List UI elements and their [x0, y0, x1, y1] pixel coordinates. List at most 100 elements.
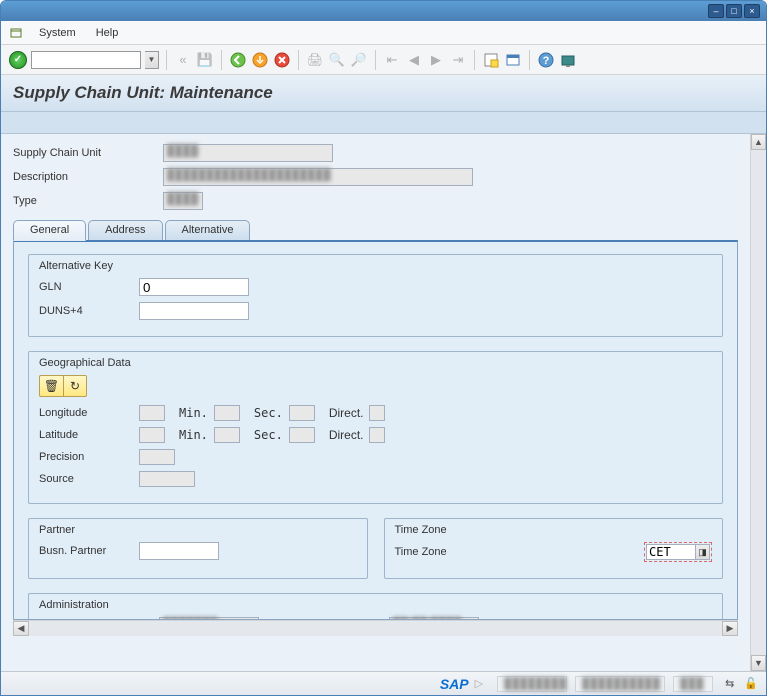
toolbar-sep: [221, 50, 222, 70]
timezone-f4-button[interactable]: ◨: [696, 544, 710, 560]
layout-menu-icon[interactable]: ⇆: [725, 677, 734, 690]
window-close-button[interactable]: ×: [744, 4, 760, 18]
longitude-min-field[interactable]: [214, 405, 240, 421]
type-label: Type: [13, 195, 163, 207]
duns-field[interactable]: [139, 302, 249, 320]
hscroll-track[interactable]: [29, 621, 722, 636]
longitude-deg-field[interactable]: [139, 405, 165, 421]
help-button[interactable]: ?: [537, 51, 555, 69]
supply-chain-unit-label: Supply Chain Unit: [13, 147, 163, 159]
menubar: System Help: [1, 21, 766, 45]
lock-icon[interactable]: 🔓: [744, 677, 758, 690]
source-label: Source: [39, 473, 139, 485]
scroll-up-button[interactable]: ▲: [751, 134, 766, 150]
command-field[interactable]: [31, 51, 141, 69]
longitude-direct-field[interactable]: [369, 405, 385, 421]
duns-label: DUNS+4: [39, 305, 139, 317]
vscroll-track[interactable]: [751, 150, 766, 655]
content-area: Supply Chain Unit ████ Description █████…: [1, 134, 766, 671]
sap-logo: SAP: [440, 676, 469, 692]
supply-chain-unit-field[interactable]: ████: [163, 144, 333, 162]
page-title-area: Supply Chain Unit: Maintenance: [1, 75, 766, 112]
gln-field[interactable]: [139, 278, 249, 296]
toolbar-sep: [529, 50, 530, 70]
next-page-icon: ▶: [427, 51, 445, 69]
app-menu-icon[interactable]: [9, 26, 23, 40]
status-field-1[interactable]: ████████: [497, 676, 567, 692]
tab-general[interactable]: General: [13, 220, 86, 241]
scroll-right-button[interactable]: ▶: [722, 621, 738, 636]
scroll-down-button[interactable]: ▼: [751, 655, 766, 671]
window-minimize-button[interactable]: –: [708, 4, 724, 18]
back-button[interactable]: [229, 51, 247, 69]
create-session-button[interactable]: [482, 51, 500, 69]
description-label: Description: [13, 171, 163, 183]
group-timezone: Time Zone Time Zone ◨: [384, 518, 724, 579]
menu-help[interactable]: Help: [88, 24, 127, 42]
content: Supply Chain Unit ████ Description █████…: [1, 134, 750, 671]
description-field[interactable]: █████████████████████: [163, 168, 473, 186]
source-field[interactable]: [139, 471, 195, 487]
last-page-icon: ⇥: [449, 51, 467, 69]
longitude-sec-field[interactable]: [289, 405, 315, 421]
direct-label: Direct.: [329, 406, 364, 420]
status-field-3[interactable]: ███: [673, 676, 713, 692]
gln-label: GLN: [39, 281, 139, 293]
group-geographical-data: Geographical Data 🗑 ↻ Longitude Min. Sec…: [28, 351, 723, 504]
print-icon: 🖨: [306, 51, 324, 69]
min-label: Min.: [179, 406, 208, 420]
toolbar-sep: [298, 50, 299, 70]
statusbar: SAP ▷ ████████ ██████████ ███ ⇆ 🔓: [1, 671, 766, 695]
busn-partner-label: Busn. Partner: [39, 545, 139, 557]
first-page-icon: ⇤: [383, 51, 401, 69]
find-next-icon: 🔎: [350, 51, 368, 69]
group-legend: Administration: [39, 599, 712, 611]
find-icon: 🔍: [328, 51, 346, 69]
tab-strip: General Address Alternative: [13, 220, 738, 240]
standard-toolbar: ▼ « 💾 🖨 🔍 🔎 ⇤ ◀ ▶ ⇥ ?: [1, 45, 766, 75]
scroll-left-button[interactable]: ◀: [13, 621, 29, 636]
history-back-icon: «: [174, 51, 192, 69]
delete-button[interactable]: 🗑: [39, 375, 63, 397]
longitude-label: Longitude: [39, 407, 139, 419]
latitude-sec-field[interactable]: [289, 427, 315, 443]
latitude-deg-field[interactable]: [139, 427, 165, 443]
tab-alternative[interactable]: Alternative: [165, 220, 251, 240]
sec-label: Sec.: [254, 428, 283, 442]
application-toolbar: [1, 112, 766, 134]
refresh-button[interactable]: ↻: [63, 375, 87, 397]
cancel-button[interactable]: [273, 51, 291, 69]
group-legend: Geographical Data: [39, 357, 712, 369]
tab-address[interactable]: Address: [88, 220, 162, 240]
latitude-label: Latitude: [39, 429, 139, 441]
window-maximize-button[interactable]: □: [726, 4, 742, 18]
save-icon: 💾: [196, 51, 214, 69]
local-layout-button[interactable]: [559, 51, 577, 69]
generate-shortcut-button[interactable]: [504, 51, 522, 69]
busn-partner-field[interactable]: [139, 542, 219, 560]
precision-field[interactable]: [139, 449, 175, 465]
enter-ok-button[interactable]: [9, 51, 27, 69]
command-field-dropdown[interactable]: ▼: [145, 51, 159, 69]
sec-label: Sec.: [254, 406, 283, 420]
status-field-2[interactable]: ██████████: [575, 676, 665, 692]
svg-text:?: ?: [543, 55, 550, 67]
timezone-field-wrapper: ◨: [644, 542, 712, 562]
group-legend: Partner: [39, 524, 357, 536]
group-administration: Administration User Name ███████ Created…: [28, 593, 723, 620]
min-label: Min.: [179, 428, 208, 442]
group-alternative-key: Alternative Key GLN DUNS+4: [28, 254, 723, 337]
sap-window: – □ × System Help ▼ « 💾 🖨 🔍 🔎 ⇤ ◀ ▶ ⇥: [0, 0, 767, 696]
toolbar-sep: [474, 50, 475, 70]
type-field[interactable]: ████: [163, 192, 203, 210]
timezone-field[interactable]: [646, 544, 696, 560]
menu-system[interactable]: System: [31, 24, 84, 42]
latitude-min-field[interactable]: [214, 427, 240, 443]
group-partner: Partner Busn. Partner: [28, 518, 368, 579]
exit-button[interactable]: [251, 51, 269, 69]
prev-page-icon: ◀: [405, 51, 423, 69]
direct-label: Direct.: [329, 428, 364, 442]
group-legend: Time Zone: [395, 524, 713, 536]
horizontal-scrollbar: ◀ ▶: [13, 620, 738, 636]
latitude-direct-field[interactable]: [369, 427, 385, 443]
